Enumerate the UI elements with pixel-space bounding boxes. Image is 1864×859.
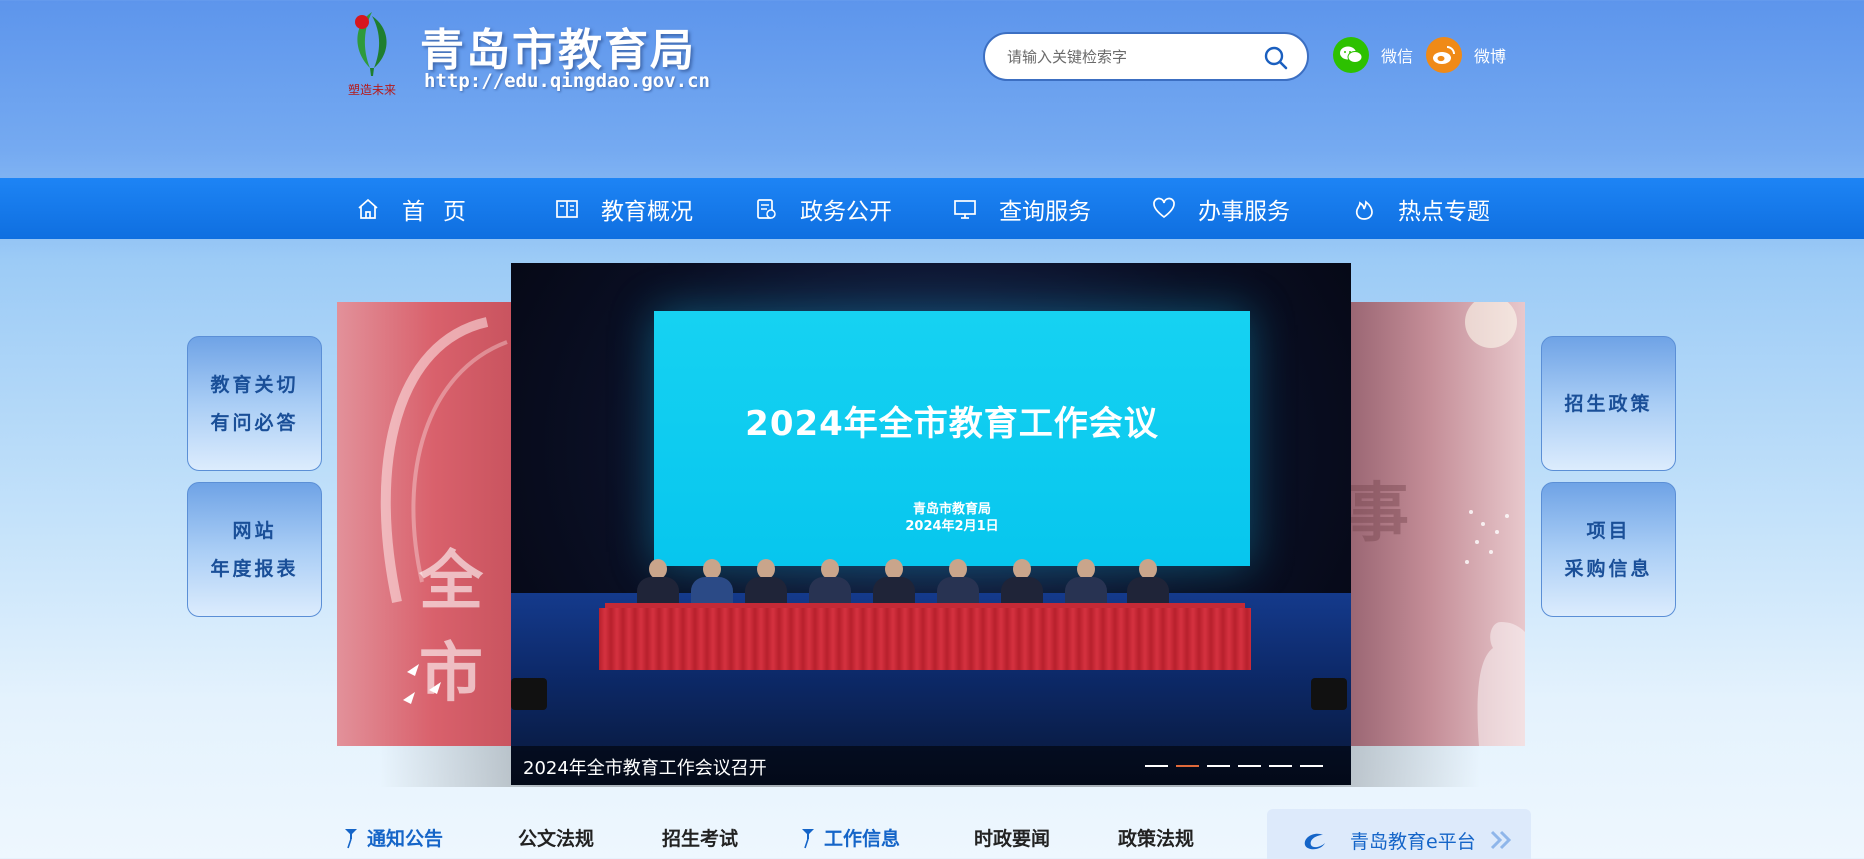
- carousel-caption-bar: 2024年全市教育工作会议召开: [511, 746, 1351, 785]
- left-slide-text: 全市: [419, 544, 483, 711]
- carousel-dot[interactable]: [1176, 765, 1199, 767]
- tab-label: 工作信息: [824, 828, 901, 850]
- wechat-icon: [1333, 37, 1369, 73]
- nav-label: 查询服务: [999, 198, 1091, 225]
- pin-icon: [802, 828, 814, 848]
- side-button-procurement[interactable]: 项目 采购信息: [1541, 482, 1676, 617]
- person-figure: [935, 559, 981, 605]
- site-title[interactable]: 青岛市教育局: [420, 14, 696, 78]
- side-button-line: 有问必答: [210, 411, 299, 434]
- speaker-icon: [1311, 678, 1347, 710]
- carousel-indicators: [1145, 765, 1323, 767]
- emblem-logo-icon[interactable]: 塑造未来: [334, 2, 410, 98]
- side-button-line: 网站: [232, 519, 277, 542]
- person-figure: [999, 559, 1045, 605]
- e-platform-link[interactable]: 青岛教育e平台: [1267, 809, 1531, 859]
- carousel-next-slide[interactable]: 事: [1351, 302, 1525, 746]
- person-figure: [1063, 559, 1109, 605]
- person-figure: [743, 559, 789, 605]
- tab-label: 时政要闻: [974, 828, 1051, 850]
- wechat-label: 微信: [1381, 47, 1414, 66]
- nav-label: 办事服务: [1198, 198, 1290, 225]
- document-icon: [757, 198, 776, 219]
- carousel-main-slide[interactable]: 2024年全市教育工作会议 青岛市教育局 2024年2月1日 2024年全市教育…: [511, 263, 1351, 785]
- carousel-caption[interactable]: 2024年全市教育工作会议召开: [523, 754, 767, 780]
- person-figure: [689, 559, 735, 605]
- monitor-icon: [954, 199, 976, 219]
- carousel-dot[interactable]: [1207, 765, 1230, 767]
- site-url: http://edu.qingdao.gov.cn: [424, 70, 710, 92]
- right-slide-text: 事: [1351, 476, 1409, 551]
- nav-item-hot-topics[interactable]: 热点专题: [1352, 178, 1490, 239]
- person-figure: [871, 559, 917, 605]
- side-button-line: 采购信息: [1564, 557, 1653, 580]
- carousel-dot[interactable]: [1269, 765, 1292, 767]
- person-figure: [1125, 559, 1171, 605]
- side-button-education-qa[interactable]: 教育关切 有问必答: [187, 336, 322, 471]
- nav-label: 教育概况: [601, 198, 693, 225]
- search-icon[interactable]: [1263, 45, 1289, 71]
- heart-icon: [1153, 197, 1175, 218]
- person-figure: [807, 559, 853, 605]
- nav-item-government-affairs[interactable]: 政务公开: [754, 178, 892, 239]
- tab-label: 公文法规: [518, 828, 595, 850]
- carousel-prev-slide[interactable]: 全市: [337, 302, 512, 746]
- nav-item-education-overview[interactable]: 教育概况: [555, 178, 693, 239]
- tab-official-documents[interactable]: 公文法规: [518, 824, 594, 851]
- carousel-dot[interactable]: [1145, 765, 1168, 767]
- carousel-dot[interactable]: [1300, 765, 1323, 767]
- screen-title: 2024年全市教育工作会议: [745, 404, 1159, 444]
- person-figure: [635, 559, 681, 605]
- stage-screen: 2024年全市教育工作会议 青岛市教育局 2024年2月1日: [654, 311, 1250, 566]
- wechat-link[interactable]: 微信: [1333, 37, 1413, 73]
- weibo-label: 微博: [1474, 47, 1507, 66]
- tab-notices[interactable]: 通知公告: [343, 824, 443, 851]
- screen-date: 2024年2月1日: [905, 519, 999, 534]
- side-button-enrollment-policy[interactable]: 招生政策: [1541, 336, 1676, 471]
- home-icon: [358, 198, 378, 219]
- e-platform-icon: [1304, 833, 1325, 850]
- tab-label: 招生考试: [662, 828, 739, 850]
- side-button-annual-report[interactable]: 网站 年度报表: [187, 482, 322, 617]
- side-button-line: 教育关切: [210, 373, 299, 396]
- weibo-icon: [1426, 37, 1462, 73]
- side-button-line: 招生政策: [1564, 392, 1653, 415]
- side-button-line: 项目: [1586, 519, 1631, 542]
- tab-current-news[interactable]: 时政要闻: [974, 824, 1050, 851]
- nav-label: 首页: [402, 198, 484, 225]
- carousel-dot[interactable]: [1238, 765, 1261, 767]
- nav-item-affairs-service[interactable]: 办事服务: [1152, 178, 1290, 239]
- double-chevron-right-icon: [1490, 830, 1512, 850]
- book-icon: [556, 199, 578, 218]
- tab-policies[interactable]: 政策法规: [1118, 824, 1194, 851]
- e-platform-label: 青岛教育e平台: [1350, 831, 1476, 853]
- table-cloth: [599, 608, 1251, 670]
- flame-icon: [1355, 199, 1373, 220]
- speaker-icon: [511, 678, 547, 710]
- nav-item-query-service[interactable]: 查询服务: [953, 178, 1091, 239]
- tab-label: 政策法规: [1118, 828, 1195, 850]
- tab-label: 通知公告: [367, 828, 444, 850]
- search-box: [983, 32, 1309, 81]
- search-input[interactable]: [1007, 45, 1257, 69]
- tab-work-info[interactable]: 工作信息: [800, 824, 900, 851]
- weibo-link[interactable]: 微博: [1426, 37, 1506, 73]
- pin-icon: [345, 828, 357, 848]
- logo-caption: 塑造未来: [348, 82, 396, 97]
- side-button-line: 年度报表: [210, 557, 299, 580]
- nav-label: 热点专题: [1398, 198, 1490, 225]
- main-nav: 首页 教育概况 政务公开 查询服务 办事服务 热点专题: [0, 178, 1864, 239]
- nav-item-home[interactable]: 首页: [356, 178, 484, 239]
- tab-enrollment-exams[interactable]: 招生考试: [662, 824, 738, 851]
- nav-label: 政务公开: [800, 198, 892, 225]
